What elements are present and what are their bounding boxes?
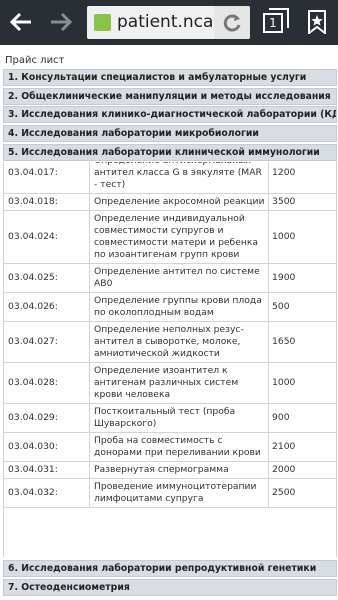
service-code: 03.04.030: (8, 441, 58, 452)
service-price: 1000 (272, 377, 296, 388)
service-name: Определение антиспермальных антител клас… (89, 162, 269, 193)
service-name: Посткоитальный тест (проба Шуварского) (89, 404, 269, 432)
sections-list-top: 1. Консультации специалистов и амбулатор… (3, 69, 337, 162)
section-header[interactable]: 3. Исследования клинико-диагностической … (3, 106, 337, 124)
section-header-expanded[interactable]: 5. Исследования лаборатории клинической … (3, 143, 337, 161)
scrollbar-thumb[interactable] (336, 412, 337, 462)
table-row: 03.04.018: Определение акросомной реакци… (4, 194, 336, 211)
address-bar[interactable]: patient.ncagp (87, 6, 250, 39)
service-name: Проба на совместимость с донорами при пе… (89, 433, 269, 461)
service-price: 2500 (272, 487, 296, 498)
price-table: 03.04.017: Определение антиспермальных а… (3, 162, 337, 557)
tabs-button[interactable]: 1 (258, 8, 298, 36)
table-row: 03.04.027: Определение неполных резус-ан… (4, 322, 336, 363)
service-code: 03.04.018: (8, 196, 58, 207)
service-price: 900 (272, 412, 290, 423)
page-content: Прайс лист 1. Консультации специалистов … (0, 45, 338, 600)
browser-toolbar: patient.ncagp 1 (0, 0, 338, 45)
table-row: 03.04.017: Определение антиспермальных а… (4, 162, 336, 194)
table-row: 03.04.030: Проба на совместимость с доно… (4, 433, 336, 462)
service-name: Определение индивидуальной совместимости… (89, 211, 269, 263)
service-code: 03.04.026: (8, 301, 58, 312)
table-row: 03.04.029: Посткоитальный тест (проба Шу… (4, 404, 336, 433)
service-name: Развернутая спермограмма (89, 462, 269, 478)
service-price: 1900 (272, 272, 296, 283)
service-code: 03.04.017: (8, 167, 58, 178)
forward-arrow-icon (51, 12, 72, 32)
service-price: 2100 (272, 441, 296, 452)
table-row: 03.04.024: Определение индивидуальной со… (4, 211, 336, 264)
service-code: 03.04.025: (8, 272, 58, 283)
table-row: 03.04.025: Определение антител по систем… (4, 264, 336, 293)
service-price: 1000 (272, 231, 296, 242)
service-price: 1650 (272, 336, 296, 347)
section-header[interactable]: 2. Общеклинические манипуляции и методы … (3, 87, 337, 105)
back-button[interactable] (6, 8, 36, 36)
service-code: 03.04.031: (8, 464, 58, 475)
table-row: 03.04.026: Определение группы крови плод… (4, 293, 336, 322)
table-row: 03.04.028: Определение изоантител к анти… (4, 363, 336, 404)
bookmark-button[interactable] (304, 8, 330, 36)
tab-count: 1 (263, 13, 283, 33)
page-title: Прайс лист (5, 55, 65, 66)
reload-button[interactable] (214, 6, 250, 39)
section-header[interactable]: 6. Исследования лаборатории репродуктивн… (3, 560, 337, 577)
service-code: 03.04.027: (8, 336, 58, 347)
section-header[interactable]: 1. Консультации специалистов и амбулатор… (3, 69, 337, 86)
bookmark-icon (308, 10, 326, 34)
section-header[interactable]: 4. Исследования лаборатории микробиологи… (3, 125, 337, 143)
price-table-body: 03.04.017: Определение антиспермальных а… (4, 162, 336, 508)
section-header[interactable]: 7. Остеоденсиометрия (3, 578, 337, 596)
table-row: 03.04.031: Развернутая спермограмма 2000 (4, 462, 336, 479)
service-price: 2000 (272, 464, 296, 475)
sections-list-bottom: 6. Исследования лаборатории репродуктивн… (3, 560, 337, 597)
service-price: 3500 (272, 196, 296, 207)
service-code: 03.04.028: (8, 377, 58, 388)
back-arrow-icon (10, 12, 31, 32)
service-code: 03.04.024: (8, 231, 58, 242)
forward-button[interactable] (46, 8, 76, 36)
table-row: 03.04.032: Проведение иммуноцитотерапии … (4, 479, 336, 508)
reload-icon (223, 14, 241, 32)
service-name: Определение антител по системе АВ0 (89, 264, 269, 292)
service-name: Проведение иммуноцитотерапии лимфоцитами… (89, 479, 269, 507)
service-price: 500 (272, 301, 290, 312)
service-code: 03.04.032: (8, 487, 58, 498)
service-code: 03.04.029: (8, 412, 58, 423)
favicon-icon (94, 14, 111, 31)
service-price: 1200 (272, 167, 296, 178)
service-name: Определение группы крови плода по околоп… (89, 293, 269, 321)
service-name: Определение акросомной реакции (89, 194, 269, 210)
service-name: Определение изоантител к антигенам разли… (89, 363, 269, 403)
service-name: Определение неполных резус-антител в сыв… (89, 322, 269, 362)
